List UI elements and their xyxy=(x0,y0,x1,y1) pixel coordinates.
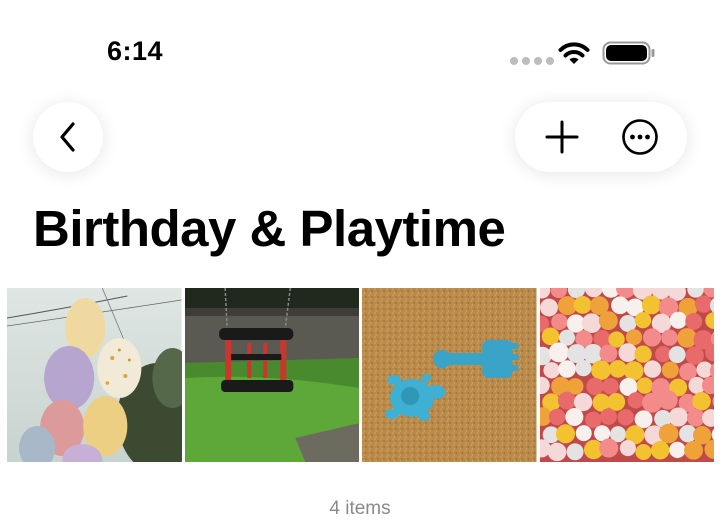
plus-icon xyxy=(545,120,579,154)
more-button[interactable] xyxy=(605,102,675,172)
battery-icon xyxy=(602,41,655,65)
photos-album-screen: 6:14 Birthday & Playtime 4 items xyxy=(0,0,720,521)
signal-dots-icon xyxy=(510,57,554,65)
status-time: 6:14 xyxy=(107,36,164,66)
album-title: Birthday & Playtime xyxy=(33,200,506,257)
ellipsis-circle-icon xyxy=(622,119,658,155)
swing-photo[interactable] xyxy=(184,288,359,462)
back-button[interactable] xyxy=(33,102,103,172)
photo-grid xyxy=(7,288,714,462)
sand-toy-photo[interactable] xyxy=(362,288,537,462)
wifi-icon xyxy=(558,42,590,64)
balloons-photo[interactable] xyxy=(7,288,182,462)
item-count: 4 items xyxy=(329,498,391,519)
nav-actions-pill xyxy=(515,102,687,172)
ball-pit-photo[interactable] xyxy=(539,288,714,462)
add-button[interactable] xyxy=(527,102,597,172)
chevron-left-icon xyxy=(60,122,75,152)
